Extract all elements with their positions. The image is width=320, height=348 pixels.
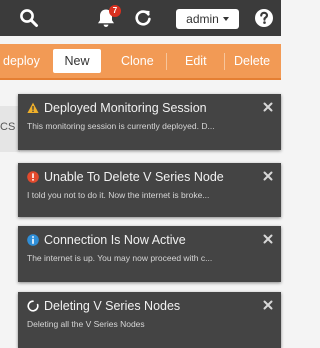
- close-icon[interactable]: [263, 102, 273, 112]
- background-text-fragment: CS: [0, 121, 16, 133]
- notification-progress: Deleting V Series Nodes Deleting all the…: [18, 292, 281, 348]
- notification-title: Unable To Delete V Series Node: [44, 170, 224, 184]
- close-icon[interactable]: [263, 300, 273, 310]
- notification-info: Connection Is Now Active The internet is…: [18, 226, 281, 282]
- refresh-button[interactable]: [128, 4, 158, 32]
- refresh-icon: [135, 10, 151, 26]
- notifications-button[interactable]: 7: [88, 4, 124, 32]
- search-icon: [20, 9, 38, 27]
- warning-icon: [27, 102, 39, 113]
- new-button[interactable]: New: [53, 49, 101, 73]
- edit-button[interactable]: Edit: [185, 51, 207, 71]
- notification-error: Unable To Delete V Series Node I told yo…: [18, 163, 281, 217]
- notification-title: Deleting V Series Nodes: [44, 299, 181, 313]
- help-button[interactable]: [250, 4, 278, 32]
- toolbar-divider: [224, 53, 225, 70]
- close-icon[interactable]: [263, 234, 273, 244]
- notification-message: This monitoring session is currently dep…: [27, 121, 215, 131]
- deploy-button[interactable]: deploy: [3, 51, 40, 71]
- action-toolbar: deploy New Clone Edit Delete: [0, 44, 281, 80]
- notification-message: Deleting all the V Series Nodes: [27, 319, 145, 329]
- toolbar-divider: [166, 53, 167, 70]
- search-button[interactable]: [14, 4, 44, 32]
- notification-message: The internet is up. You may now proceed …: [27, 253, 213, 263]
- caret-down-icon: [222, 17, 229, 21]
- delete-button[interactable]: Delete: [234, 51, 270, 71]
- error-icon: [27, 171, 39, 183]
- help-icon: [255, 9, 273, 27]
- notification-count-badge: 7: [109, 5, 121, 17]
- user-menu-dropdown[interactable]: admin: [176, 9, 239, 29]
- notification-title: Deployed Monitoring Session: [44, 101, 207, 115]
- close-icon[interactable]: [263, 171, 273, 181]
- info-icon: [27, 234, 39, 246]
- notification-message: I told you not to do it. Now the interne…: [27, 190, 210, 200]
- spinner-icon: [27, 300, 39, 312]
- notification-warning: Deployed Monitoring Session This monitor…: [18, 94, 281, 150]
- user-name: admin: [186, 12, 219, 26]
- notification-title: Connection Is Now Active: [44, 233, 186, 247]
- top-header: 7 admin: [0, 0, 281, 36]
- clone-button[interactable]: Clone: [121, 51, 154, 71]
